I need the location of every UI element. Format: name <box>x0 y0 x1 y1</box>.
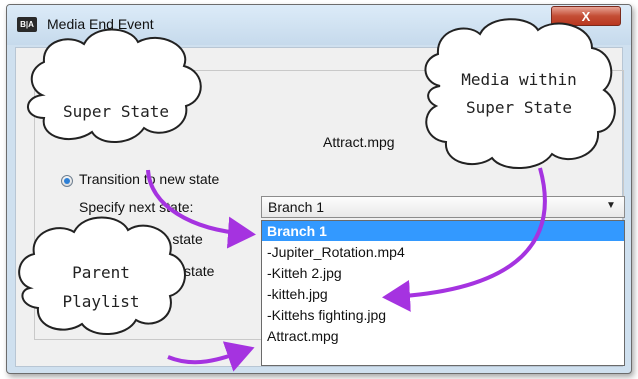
parent-playlist-callout: Parent Playlist <box>18 216 186 336</box>
annotation-overlay: Super State Media within Super State Par… <box>18 18 616 372</box>
arrow-media-within <box>382 167 547 312</box>
cloud-parent-line1-text: Parent <box>72 263 130 282</box>
media-within-super-state-callout: Media within Super State <box>424 18 616 170</box>
cloud-parent-line2-text: Playlist <box>62 292 139 311</box>
cloud-super-state-text: Super State <box>63 102 169 121</box>
arrow-parent-playlist <box>167 341 255 372</box>
super-state-callout: Super State <box>27 28 202 144</box>
cloud-media-line1-text: Media within <box>461 70 577 89</box>
cloud-media-line2-text: Super State <box>466 98 572 117</box>
arrow-super-state <box>146 169 256 249</box>
